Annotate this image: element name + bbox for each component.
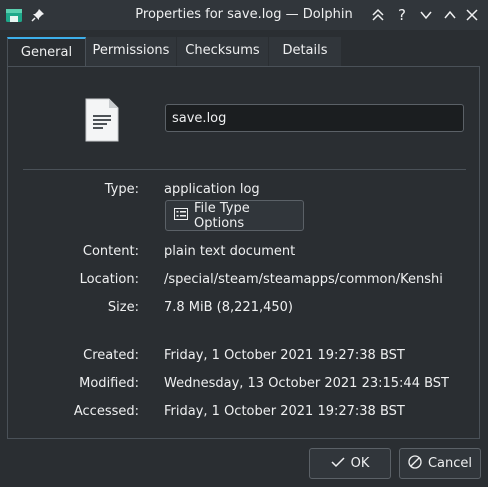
accessed-label: Accessed: <box>73 404 139 419</box>
file-type-options-button[interactable]: File Type Options <box>165 200 304 231</box>
content-value: plain text document <box>164 244 296 259</box>
help-icon[interactable]: ? <box>392 5 412 25</box>
location-label: Location: <box>79 272 139 287</box>
file-type-options-label: File Type Options <box>194 200 250 231</box>
type-value: application log <box>164 182 260 197</box>
tab-checksums[interactable]: Checksums <box>177 37 269 66</box>
close-icon[interactable] <box>462 5 482 25</box>
title-bar[interactable]: Properties for save.log — Dolphin ? <box>0 0 488 30</box>
type-label: Type: <box>104 182 139 197</box>
location-value: /special/steam/steamapps/common/Kenshi <box>164 272 443 287</box>
separator <box>23 169 466 170</box>
filename-input[interactable] <box>165 104 464 132</box>
maximize-icon[interactable] <box>440 5 460 25</box>
size-label: Size: <box>107 300 139 315</box>
created-value: Friday, 1 October 2021 19:27:38 BST <box>164 348 405 363</box>
ok-label: OK <box>350 456 370 471</box>
cancel-button[interactable]: Cancel <box>399 448 481 479</box>
checkmark-icon <box>331 456 345 472</box>
tab-bar: General Permissions Checksums Details <box>7 37 342 68</box>
modified-value: Wednesday, 13 October 2021 23:15:44 BST <box>164 376 449 391</box>
keep-above-icon[interactable] <box>368 5 388 25</box>
general-panel: Type: application log File Type Options … <box>7 66 480 439</box>
tab-general[interactable]: General <box>7 37 86 68</box>
cancel-label: Cancel <box>427 456 473 471</box>
accessed-value: Friday, 1 October 2021 19:27:38 BST <box>164 404 405 419</box>
minimize-icon[interactable] <box>416 5 436 25</box>
size-value: 7.8 MiB (8,221,450) <box>164 300 293 315</box>
tab-details[interactable]: Details <box>269 37 342 66</box>
modified-label: Modified: <box>79 376 139 391</box>
cancel-icon <box>408 454 422 473</box>
tab-permissions[interactable]: Permissions <box>86 37 177 66</box>
created-label: Created: <box>83 348 139 363</box>
window-title: Properties for save.log — Dolphin <box>135 7 353 22</box>
content-label: Content: <box>82 244 139 259</box>
file-type-options-icon <box>174 207 188 224</box>
ok-button[interactable]: OK <box>309 448 391 479</box>
text-document-icon <box>85 98 119 146</box>
